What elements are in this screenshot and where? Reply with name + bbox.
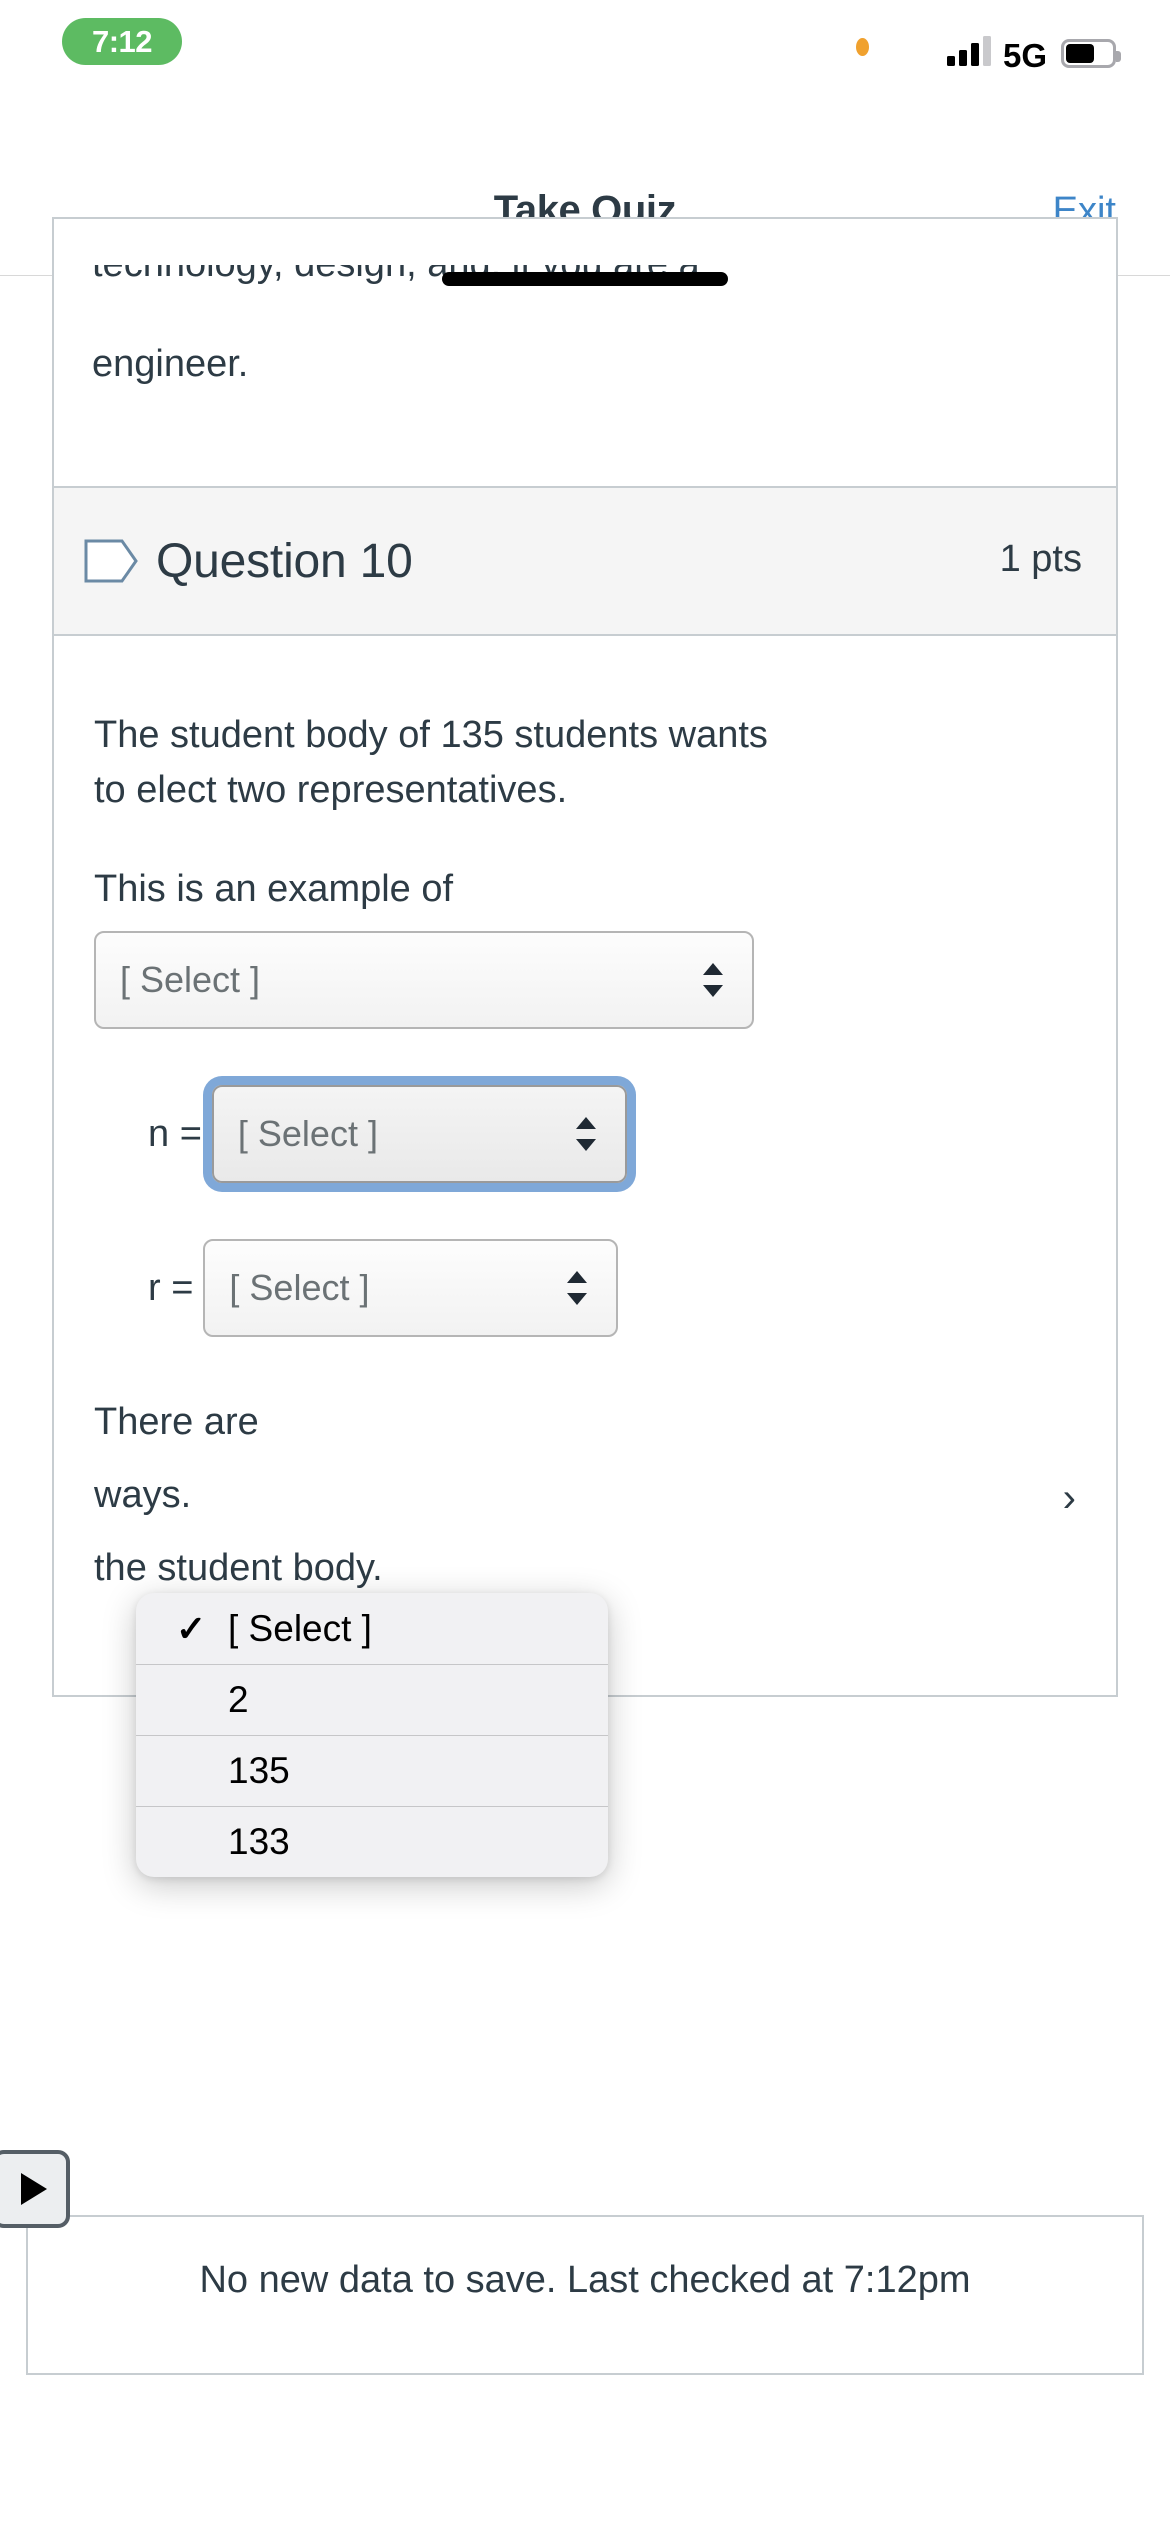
- question-intro-label: This is an example of: [94, 868, 454, 911]
- status-bar-time: 7:12: [91, 23, 153, 59]
- question-tail-line-2: ways.: [94, 1474, 192, 1517]
- question-points: 1 pts: [999, 538, 1082, 580]
- question-title: Question 10: [156, 534, 413, 588]
- quiz-scroll-content[interactable]: technology, design, and, if you are a en…: [0, 217, 1170, 2532]
- dropdown-option-label: 133: [228, 1821, 290, 1862]
- cellular-signal-icon: [946, 36, 991, 66]
- n-label: n =: [148, 1112, 202, 1155]
- n-select[interactable]: [ Select ]: [211, 1085, 627, 1184]
- floating-play-button[interactable]: [0, 2150, 70, 2228]
- chevron-right-icon[interactable]: ›: [1063, 1476, 1076, 1521]
- type-select[interactable]: [ Select ]: [94, 931, 754, 1030]
- dropdown-option[interactable]: 133: [136, 1806, 608, 1877]
- phone-screen: 7:12 5G Take Quiz Exit technology, desig…: [0, 0, 1170, 2532]
- question-10-card: Question 10 1 pts The student body of 13…: [52, 486, 1118, 1697]
- question-tail-line-1: There are: [94, 1401, 259, 1444]
- save-status-text: No new data to save. Last checked at 7:1…: [199, 2259, 971, 2301]
- r-select[interactable]: [ Select ]: [203, 1239, 619, 1338]
- home-indicator: [442, 272, 728, 286]
- dropdown-option[interactable]: ✓ [ Select ]: [136, 1593, 608, 1664]
- question-prompt-line-1: The student body of 135 students wants: [94, 714, 768, 756]
- question-body: The student body of 135 students wants t…: [54, 636, 1116, 1597]
- status-bar-right-cluster: 5G: [946, 28, 1121, 72]
- r-label: r =: [148, 1266, 194, 1309]
- question-prompt-line-2: to elect two representatives.: [94, 769, 568, 812]
- r-select-value: [ Select ]: [229, 1267, 370, 1309]
- chevron-up-down-icon: [703, 963, 723, 998]
- n-select-dropdown-menu[interactable]: ✓ [ Select ] 2 135 133: [136, 1593, 608, 1877]
- type-select-value: [ Select ]: [120, 959, 261, 1001]
- battery-icon: [1061, 39, 1121, 68]
- flag-outline-icon[interactable]: [84, 539, 138, 583]
- network-type-label: 5G: [1002, 37, 1047, 74]
- chevron-up-down-icon: [567, 1271, 588, 1306]
- n-select-row: n = [ Select ]: [148, 1085, 1076, 1184]
- privacy-indicator-dot: [856, 38, 869, 56]
- dropdown-option[interactable]: 135: [136, 1735, 608, 1806]
- save-status-bar: No new data to save. Last checked at 7:1…: [26, 2215, 1144, 2375]
- question-header: Question 10 1 pts: [54, 488, 1116, 636]
- type-select-row: [ Select ]: [94, 931, 1076, 1030]
- status-bar: 7:12 5G: [0, 0, 1170, 160]
- question-tail-line-3: the student body.: [94, 1547, 383, 1590]
- play-icon: [21, 2173, 47, 2205]
- dropdown-option-label: 135: [228, 1750, 290, 1791]
- checkmark-icon: ✓: [176, 1607, 207, 1649]
- dropdown-option-label: [ Select ]: [228, 1607, 372, 1649]
- chevron-up-down-icon: [575, 1117, 596, 1152]
- screen-recording-time-pill[interactable]: 7:12: [62, 18, 182, 65]
- previous-question-text: engineer.: [92, 343, 249, 385]
- dropdown-option-label: 2: [228, 1679, 249, 1720]
- n-select-value: [ Select ]: [237, 1113, 378, 1155]
- r-select-row: r = [ Select ]: [148, 1239, 1076, 1338]
- dropdown-option[interactable]: 2: [136, 1664, 608, 1735]
